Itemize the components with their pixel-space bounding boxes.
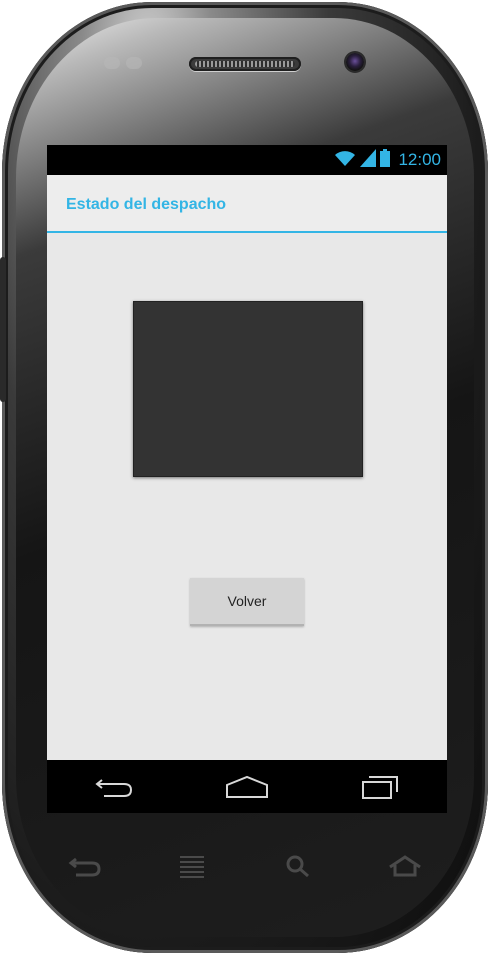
battery-icon xyxy=(380,148,391,172)
hardware-keys xyxy=(60,848,430,884)
action-bar: Estado del despacho xyxy=(47,175,447,233)
light-sensor xyxy=(126,57,142,69)
volver-button[interactable]: Volver xyxy=(190,578,304,626)
home-icon[interactable] xyxy=(217,767,277,807)
page-title: Estado del despacho xyxy=(66,196,227,213)
proximity-sensor xyxy=(104,57,120,69)
status-bar: 12:00 xyxy=(47,145,447,175)
front-camera xyxy=(346,53,364,71)
status-time: 12:00 xyxy=(398,150,441,169)
signal-icon xyxy=(360,148,377,172)
screen: 12:00 Estado del despacho Volver xyxy=(47,145,447,813)
home-icon[interactable] xyxy=(380,848,430,884)
navigation-bar xyxy=(47,760,447,813)
wifi-icon xyxy=(334,149,356,172)
earpiece-speaker xyxy=(189,57,301,71)
search-icon[interactable] xyxy=(273,848,323,884)
volume-button xyxy=(0,257,6,402)
recent-apps-icon[interactable] xyxy=(350,767,410,807)
menu-icon[interactable] xyxy=(167,848,217,884)
status-image-placeholder xyxy=(133,301,363,477)
back-icon[interactable] xyxy=(84,767,144,807)
back-icon[interactable] xyxy=(60,848,110,884)
